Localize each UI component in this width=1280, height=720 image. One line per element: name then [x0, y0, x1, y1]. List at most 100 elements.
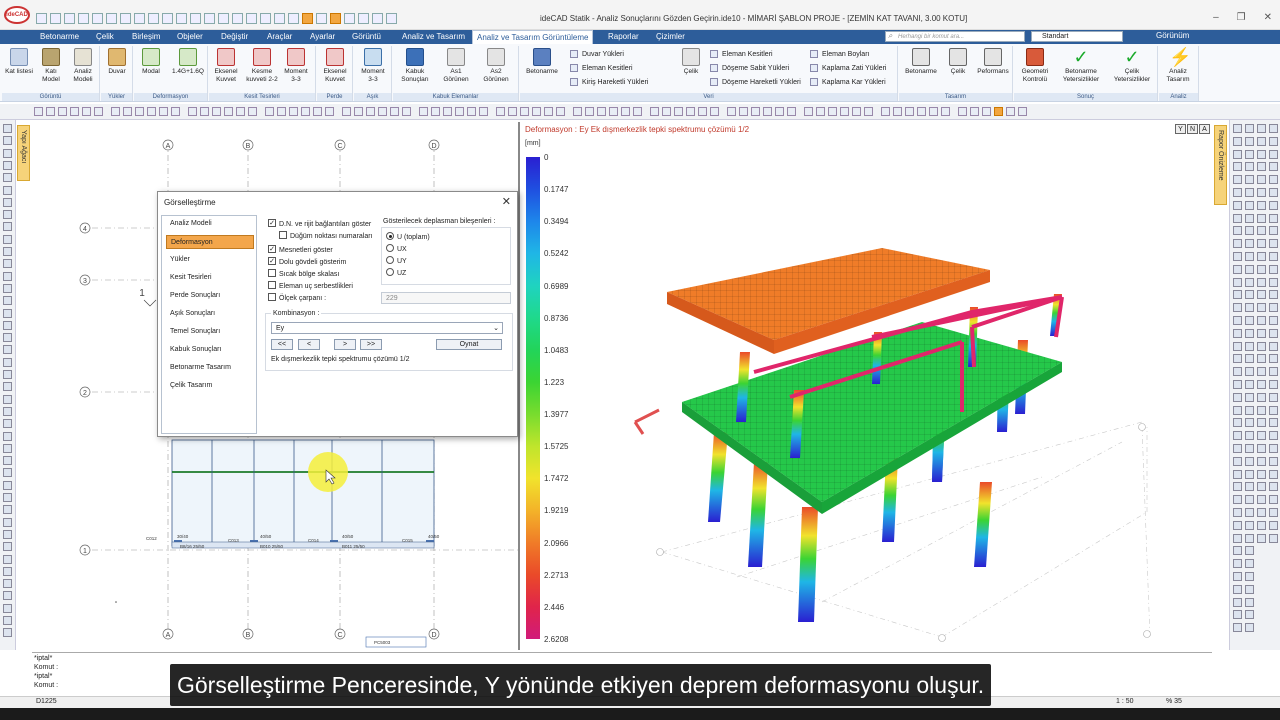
toolbar-icon[interactable]: [597, 107, 606, 116]
quick-access-icon[interactable]: [372, 13, 383, 24]
duvar-button[interactable]: Duvar: [102, 48, 132, 76]
tab-araclar[interactable]: Araçlar: [263, 30, 296, 44]
left-tool-icon[interactable]: [3, 345, 12, 355]
celik-yetersizlikler-button[interactable]: ✓ Çelik Yetersizlikler: [1108, 48, 1156, 84]
right-tool-icon[interactable]: [1257, 431, 1266, 441]
left-tool-icon[interactable]: [3, 271, 12, 281]
toolbar-icon[interactable]: [46, 107, 55, 116]
right-tool-icon[interactable]: [1245, 533, 1254, 543]
quick-access-icon[interactable]: [134, 13, 145, 24]
toolbar-icon[interactable]: [763, 107, 772, 116]
gorunum-label[interactable]: Görünüm: [1156, 31, 1189, 40]
toolbar-icon[interactable]: [366, 107, 375, 116]
toolbar-icon[interactable]: [342, 107, 351, 116]
left-tool-icon[interactable]: [3, 480, 12, 490]
nav-kabuk-sonuclari[interactable]: Kabuk Sonuçları: [166, 343, 254, 357]
modal-button[interactable]: Modal: [136, 48, 166, 76]
left-tool-icon[interactable]: [3, 197, 12, 207]
quick-access-icon[interactable]: [162, 13, 173, 24]
toolbar-icon[interactable]: [710, 107, 719, 116]
toolbar-icon[interactable]: [508, 107, 517, 116]
toolbar-icon[interactable]: [917, 107, 926, 116]
right-tool-icon[interactable]: [1257, 316, 1266, 325]
right-tool-icon[interactable]: [1233, 367, 1242, 377]
nav-betonarme-tasarim[interactable]: Betonarme Tasarım: [166, 361, 254, 375]
tab-degistir[interactable]: Değiştir: [217, 30, 252, 44]
toolbar-icon[interactable]: [496, 107, 505, 116]
right-tool-icon[interactable]: [1269, 380, 1278, 389]
right-tool-icon[interactable]: [1257, 456, 1266, 466]
toolbar-icon[interactable]: [816, 107, 825, 116]
quick-access-icon[interactable]: [386, 13, 397, 24]
quick-access-icon[interactable]: [316, 13, 327, 24]
right-tool-icon[interactable]: [1257, 136, 1266, 146]
right-tool-icon[interactable]: [1233, 392, 1242, 402]
right-tool-icon[interactable]: [1245, 188, 1254, 197]
eksenel-kuvvet-button[interactable]: Eksenel Kuvvet: [211, 48, 241, 84]
right-tool-icon[interactable]: [1269, 495, 1278, 505]
right-tool-icon[interactable]: [1233, 290, 1242, 300]
right-tool-icon[interactable]: [1257, 290, 1266, 300]
tasarim-celik-button[interactable]: Çelik: [943, 48, 973, 76]
right-tool-icon[interactable]: [1269, 124, 1278, 133]
right-tool-icon[interactable]: [1245, 380, 1254, 389]
toolbar-icon[interactable]: [402, 107, 411, 116]
right-tool-icon[interactable]: [1245, 508, 1254, 517]
right-tool-icon[interactable]: [1233, 495, 1242, 505]
nav-perde-sonuclari[interactable]: Perde Sonuçları: [166, 289, 254, 303]
doseme-sabit-item[interactable]: Döşeme Sabit Yükleri: [710, 64, 789, 72]
right-tool-icon[interactable]: [1233, 469, 1242, 479]
left-tool-icon[interactable]: [3, 357, 12, 367]
right-tool-icon[interactable]: [1257, 418, 1266, 428]
toolbar-icon[interactable]: [325, 107, 334, 116]
radio-uy[interactable]: UY: [386, 256, 407, 265]
right-tool-icon[interactable]: [1245, 316, 1254, 325]
right-tool-icon[interactable]: [1245, 136, 1254, 146]
toolbar-icon[interactable]: [852, 107, 861, 116]
toolbar-icon[interactable]: [739, 107, 748, 116]
right-tool-icon[interactable]: [1269, 341, 1278, 351]
left-tool-icon[interactable]: [3, 259, 12, 269]
right-tool-icon[interactable]: [1233, 175, 1242, 185]
left-tool-icon[interactable]: [3, 419, 12, 429]
left-tool-icon[interactable]: [3, 148, 12, 158]
toolbar-icon[interactable]: [864, 107, 873, 116]
right-tool-icon[interactable]: [1245, 482, 1254, 492]
tab-analiz-tasarim-goruntuleme[interactable]: Analiz ve Tasarım Görüntüleme: [472, 30, 594, 44]
right-tool-icon[interactable]: [1245, 264, 1254, 274]
veri-celik-button[interactable]: Çelik: [676, 48, 706, 76]
toolbar-icon[interactable]: [34, 107, 43, 116]
right-tool-icon[interactable]: [1269, 162, 1278, 172]
combination-select[interactable]: Ey ⌄: [271, 322, 503, 334]
left-tool-icon[interactable]: [3, 628, 12, 638]
left-tool-icon[interactable]: [3, 505, 12, 515]
toolbar-icon[interactable]: [70, 107, 79, 116]
toolbar-icon[interactable]: [958, 107, 967, 116]
right-tool-icon[interactable]: [1257, 264, 1266, 274]
analiz-modeli-button[interactable]: Analiz Modeli: [68, 48, 98, 84]
toolbar-icon[interactable]: [1006, 107, 1015, 116]
right-tool-icon[interactable]: [1233, 341, 1242, 351]
right-tool-icon[interactable]: [1245, 597, 1254, 607]
left-tool-icon[interactable]: [3, 394, 12, 404]
last-button[interactable]: >>: [360, 339, 382, 350]
quick-access-icon[interactable]: [260, 13, 271, 24]
right-tool-icon[interactable]: [1257, 328, 1266, 338]
toolbar-icon[interactable]: [804, 107, 813, 116]
close-icon[interactable]: ✕: [502, 195, 511, 208]
right-tool-icon[interactable]: [1269, 469, 1278, 479]
toolbar-icon[interactable]: [479, 107, 488, 116]
toolbar-icon[interactable]: [443, 107, 452, 116]
toolbar-icon[interactable]: [111, 107, 120, 116]
right-tool-icon[interactable]: [1245, 418, 1254, 428]
right-tool-icon[interactable]: [1269, 303, 1278, 313]
right-tool-icon[interactable]: [1233, 559, 1242, 569]
right-tool-icon[interactable]: [1245, 367, 1254, 377]
right-tool-icon[interactable]: [1269, 444, 1278, 453]
left-tool-icon[interactable]: [3, 456, 12, 466]
quick-access-icon[interactable]: [120, 13, 131, 24]
right-tool-icon[interactable]: [1233, 149, 1242, 159]
doseme-hareketli-item[interactable]: Döşeme Hareketli Yükleri: [710, 78, 801, 86]
right-tool-icon[interactable]: [1233, 482, 1242, 492]
toolbar-icon[interactable]: [556, 107, 565, 116]
